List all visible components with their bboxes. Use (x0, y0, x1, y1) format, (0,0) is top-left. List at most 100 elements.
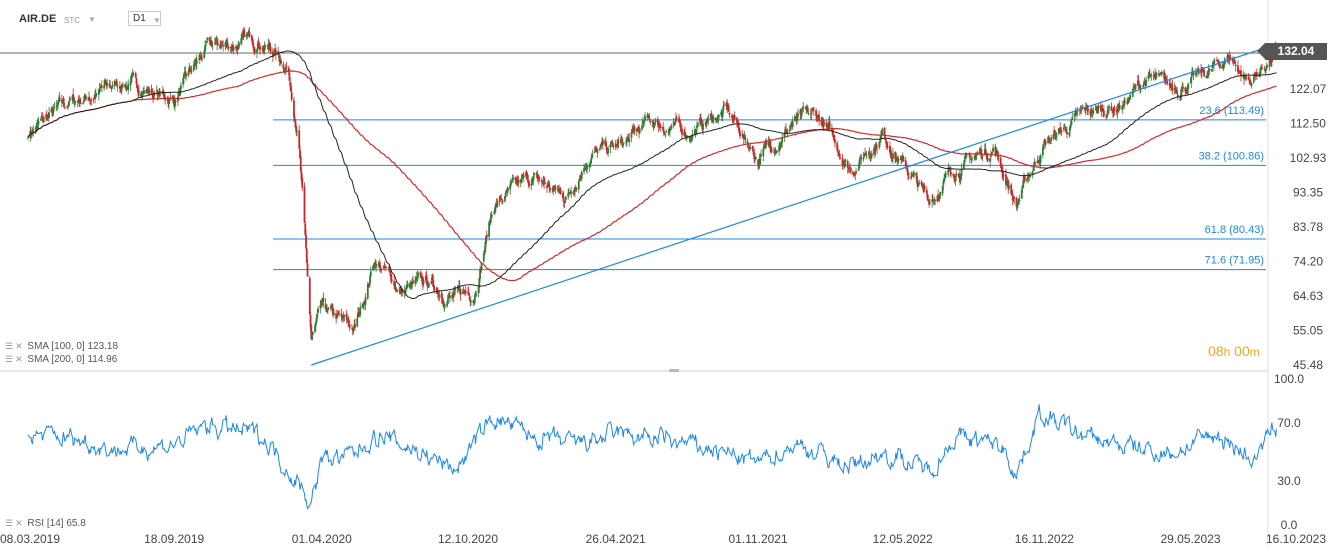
candle-body (528, 181, 530, 187)
candle-body (412, 280, 414, 283)
candle-body (311, 332, 314, 336)
candle-body (332, 312, 335, 316)
sma100-legend-label: SMA [100, 0] 123.18 (27, 341, 119, 352)
settings-icon[interactable]: ☰ (5, 354, 13, 364)
candle-body (907, 176, 910, 178)
candle-body (507, 187, 509, 192)
candle-body (570, 192, 573, 194)
settings-icon[interactable]: ☰ (5, 518, 13, 528)
candle-body (32, 129, 35, 132)
candle-body (356, 318, 359, 327)
sma100-legend[interactable]: ☰ ✕ SMA [100, 0] 123.18 (5, 341, 118, 352)
candle-body (960, 168, 963, 177)
candle-body (928, 202, 931, 204)
price-tick-label: 55.05 (1293, 324, 1323, 338)
candle-body (252, 42, 255, 47)
candle-body (438, 295, 441, 297)
x-tick-label: 26.04.2021 (586, 532, 646, 546)
candle-body (696, 122, 699, 127)
candle-body (934, 200, 937, 201)
rsi-legend[interactable]: ☰ ✕ RSI [14] 65.8 (5, 518, 86, 529)
candle-body (216, 43, 219, 46)
candle-body (64, 106, 66, 108)
candle-body (90, 99, 93, 101)
candle-body (727, 105, 730, 112)
candle-body (201, 58, 203, 60)
candle-body (965, 154, 968, 156)
close-icon[interactable]: ✕ (15, 354, 23, 364)
candle-body (1050, 137, 1053, 141)
candle-body (1108, 106, 1111, 109)
candle-body (169, 96, 172, 98)
candle-body (308, 277, 311, 314)
close-icon[interactable]: ✕ (15, 341, 23, 351)
candle-body (232, 47, 235, 50)
candle-body (913, 172, 915, 176)
candle-body (417, 272, 420, 275)
candle-body (1255, 71, 1258, 77)
candle-body (206, 37, 209, 40)
candle-body (839, 157, 842, 159)
candle-body (681, 128, 683, 135)
candle-body (227, 46, 230, 49)
candle-body (759, 157, 762, 165)
countdown-minutes-unit: m (1249, 345, 1260, 359)
candle-body (991, 152, 994, 153)
candle-body (775, 150, 778, 153)
candle-body (106, 82, 109, 86)
candle-body (37, 121, 40, 125)
candle-body (665, 131, 668, 133)
timeframe-dropdown-icon[interactable]: ▼ (153, 16, 161, 25)
x-tick-label: 12.10.2020 (438, 532, 498, 546)
symbol-label[interactable]: AIR.DE (19, 13, 56, 25)
candle-body (849, 167, 852, 173)
candle-body (670, 125, 673, 129)
candle-body (802, 107, 805, 109)
candle-body (1055, 133, 1058, 139)
candle-body (717, 114, 720, 118)
candle-body (1190, 77, 1193, 83)
candle-body (85, 96, 87, 99)
candle-body (530, 183, 533, 186)
candle-body (649, 121, 652, 123)
settings-icon[interactable]: ☰ (5, 341, 13, 351)
candle-body (253, 48, 256, 53)
candle-body (739, 131, 741, 137)
candle-body (1250, 83, 1253, 86)
trend-line (311, 43, 1277, 366)
candle-body (380, 268, 383, 271)
market-dropdown-icon[interactable]: ▼ (88, 15, 96, 24)
x-tick-label: 12.05.2022 (873, 532, 933, 546)
close-icon[interactable]: ✕ (15, 518, 23, 528)
candle-body (1266, 66, 1269, 67)
candle-body (510, 181, 513, 183)
candle-body (63, 103, 66, 106)
candle-body (211, 45, 214, 47)
candle-body (269, 47, 272, 53)
candle-body (659, 126, 662, 129)
x-tick-label: 18.09.2019 (144, 532, 204, 546)
sma200-legend[interactable]: ☰ ✕ SMA [200, 0] 114.96 (5, 354, 117, 365)
candles-group (27, 27, 1278, 341)
candle-body (593, 152, 596, 153)
market-label[interactable]: STC (64, 16, 80, 25)
candle-body (290, 92, 293, 101)
candle-body (303, 186, 306, 223)
candle-body (264, 45, 267, 47)
candle-body (865, 154, 868, 156)
candle-body (1213, 60, 1216, 62)
rsi-tick-label: 0.0 (1281, 518, 1298, 532)
candle-body (854, 174, 857, 176)
candle-body (1182, 86, 1184, 89)
candle-body (751, 145, 754, 152)
candle-body (1134, 84, 1137, 90)
countdown-hours-unit: h (1223, 345, 1231, 359)
candle-body (675, 117, 678, 119)
candle-body (396, 290, 399, 292)
candle-body (892, 153, 894, 159)
candle-body (427, 283, 430, 288)
candle-body (122, 85, 124, 87)
candle-body (348, 324, 351, 328)
countdown-hours: 08 (1208, 343, 1224, 359)
candle-body (190, 70, 193, 72)
